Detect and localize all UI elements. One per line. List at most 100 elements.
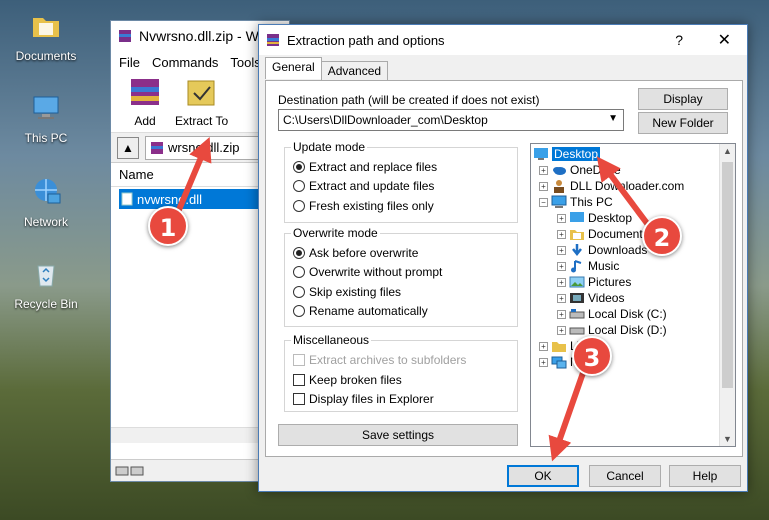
tree-label: DLL Downloader.com — [570, 179, 685, 193]
help-icon[interactable]: ? — [675, 32, 683, 48]
videos-icon — [570, 293, 584, 303]
desktop-label: This PC — [24, 131, 68, 145]
expand-icon[interactable]: + — [539, 341, 548, 351]
up-folder-button[interactable]: ▲ — [117, 136, 139, 159]
option-label: Extract and replace files — [309, 160, 438, 174]
display-button[interactable]: Display — [638, 88, 728, 110]
desktop-label: Documents — [15, 49, 77, 63]
expand-icon[interactable]: + — [539, 357, 548, 367]
save-settings-button[interactable]: Save settings — [278, 424, 518, 446]
checkbox-keep-broken-files[interactable]: Keep broken files — [293, 373, 402, 387]
tree-item-videos[interactable]: + Videos — [557, 290, 624, 306]
desktop-icon — [570, 212, 584, 222]
expand-icon[interactable]: + — [557, 293, 566, 303]
tree-label: Pictures — [588, 275, 632, 289]
tree-label: Local Disk (C:) — [588, 307, 667, 321]
radio-selected-icon — [293, 161, 305, 173]
pictures-icon — [569, 276, 585, 288]
help-button[interactable]: Help — [669, 465, 741, 487]
add-archive-icon — [131, 79, 159, 105]
expand-icon[interactable]: + — [557, 229, 566, 239]
add-button[interactable]: Add — [125, 75, 165, 128]
tree-item-pictures[interactable]: + Pictures — [557, 274, 631, 290]
option-label: Extract and update files — [309, 179, 435, 193]
radio-skip-existing[interactable]: Skip existing files — [293, 285, 401, 299]
tree-item-downloads[interactable]: + Downloads — [557, 242, 647, 258]
destination-path-combo[interactable]: C:\Users\DllDownloader_com\Desktop ▼ — [278, 109, 624, 131]
dialog-tabs: General Advanced — [265, 57, 389, 81]
step-badge-3: 3 — [572, 336, 612, 376]
documents-icon — [570, 230, 584, 240]
expand-icon[interactable]: + — [557, 309, 566, 319]
scroll-thumb[interactable] — [722, 162, 733, 388]
tree-item-documents[interactable]: + Documents — [557, 226, 649, 242]
tree-item-music[interactable]: + Music — [557, 258, 619, 274]
close-icon[interactable]: ✕ — [718, 30, 731, 50]
radio-rename-automatically[interactable]: Rename automatically — [293, 304, 428, 318]
up-arrow-icon: ▲ — [122, 140, 134, 155]
radio-icon — [293, 305, 305, 317]
scroll-down-icon[interactable]: ▼ — [723, 434, 732, 444]
computer-icon — [33, 96, 59, 119]
radio-extract-replace[interactable]: Extract and replace files — [293, 160, 437, 174]
tree-item-desktop-root[interactable]: Desktop — [533, 146, 601, 162]
desktop-icon-recycle-bin[interactable]: Recycle Bin — [10, 258, 82, 311]
desktop-icon-this-pc[interactable]: This PC — [10, 92, 82, 145]
option-label: Overwrite without prompt — [309, 265, 443, 279]
tab-general[interactable]: General — [265, 57, 322, 79]
expand-icon[interactable]: + — [557, 245, 566, 255]
checkbox-display-in-explorer[interactable]: Display files in Explorer — [293, 392, 434, 406]
radio-icon — [293, 180, 305, 192]
option-label: Fresh existing files only — [309, 199, 434, 213]
update-mode-title: Update mode — [291, 140, 368, 154]
radio-overwrite-without-prompt[interactable]: Overwrite without prompt — [293, 265, 442, 279]
expand-icon[interactable]: + — [539, 165, 548, 175]
winrar-app-icon — [119, 30, 131, 42]
folder-tree[interactable]: Desktop + OneDrive + DLL Downloader.com … — [530, 143, 736, 447]
expand-icon[interactable]: + — [557, 261, 566, 271]
menu-tools[interactable]: Tools — [230, 55, 260, 70]
desktop-icon-network[interactable]: Network — [10, 176, 82, 229]
option-label: Display files in Explorer — [309, 392, 434, 406]
expand-icon[interactable]: + — [557, 213, 566, 223]
extract-to-button[interactable]: Extract To — [175, 75, 228, 128]
option-label: Extract archives to subfolders — [309, 353, 467, 367]
tree-item-this-pc[interactable]: − This PC — [539, 194, 613, 210]
add-label: Add — [134, 114, 156, 128]
tree-item-onedrive[interactable]: + OneDrive — [539, 162, 621, 178]
radio-selected-icon — [293, 247, 305, 259]
new-folder-button[interactable]: New Folder — [638, 112, 728, 134]
dialog-title: Extraction path and options — [287, 32, 445, 48]
desktop-icon-documents[interactable]: Documents — [10, 10, 82, 63]
checkbox-icon — [293, 374, 305, 386]
expand-icon[interactable]: + — [557, 277, 566, 287]
tree-label: Desktop — [552, 147, 601, 161]
expand-icon[interactable]: + — [539, 181, 548, 191]
menu-file[interactable]: File — [119, 55, 140, 70]
radio-icon — [293, 286, 305, 298]
path-text: wrsno.dll.zip — [168, 140, 240, 155]
scroll-up-icon[interactable]: ▲ — [723, 146, 732, 156]
expand-icon[interactable]: + — [557, 325, 566, 335]
cancel-button[interactable]: Cancel — [589, 465, 661, 487]
tree-item-dll-downloader[interactable]: + DLL Downloader.com — [539, 178, 684, 194]
option-label: Keep broken files — [309, 373, 402, 387]
ok-button[interactable]: OK — [507, 465, 579, 487]
option-label: Ask before overwrite — [309, 246, 419, 260]
collapse-icon[interactable]: − — [539, 197, 548, 207]
tree-scrollbar[interactable]: ▲ ▼ — [719, 144, 735, 446]
tree-item-pc-desktop[interactable]: + Desktop — [557, 210, 632, 226]
extract-to-icon — [187, 80, 215, 106]
option-label: Rename automatically — [309, 304, 428, 318]
chevron-down-icon[interactable]: ▼ — [608, 113, 618, 124]
checkbox-icon — [293, 354, 305, 366]
tree-item-local-disk-c[interactable]: + Local Disk (C:) — [557, 306, 667, 322]
tree-item-local-disk-d[interactable]: + Local Disk (D:) — [557, 322, 667, 338]
radio-extract-update[interactable]: Extract and update files — [293, 179, 434, 193]
tab-advanced[interactable]: Advanced — [320, 61, 389, 81]
radio-fresh-existing[interactable]: Fresh existing files only — [293, 199, 434, 213]
radio-ask-before-overwrite[interactable]: Ask before overwrite — [293, 246, 418, 260]
menu-commands[interactable]: Commands — [152, 55, 218, 70]
user-icon — [554, 180, 564, 193]
step-badge-2: 2 — [642, 216, 682, 256]
